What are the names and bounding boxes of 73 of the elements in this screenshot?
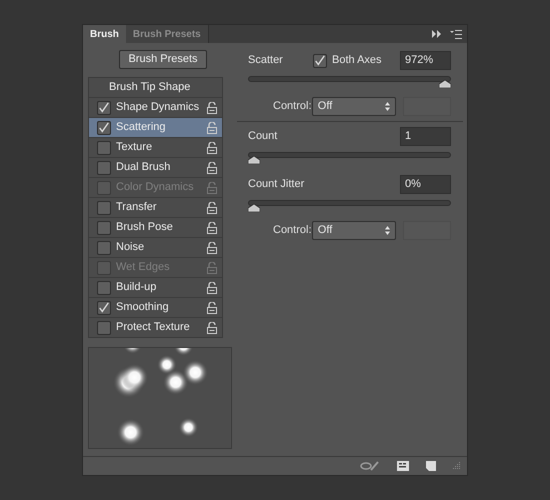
lock-icon[interactable] (207, 242, 217, 254)
option-label: Texture (116, 140, 154, 156)
checkbox[interactable] (97, 200, 111, 214)
lock-icon[interactable] (207, 102, 217, 114)
lock-icon[interactable] (207, 122, 217, 134)
checkbox[interactable] (97, 240, 111, 254)
both-axes-label: Both Axes (332, 53, 383, 68)
lock-icon[interactable] (207, 202, 217, 214)
grid-icon[interactable] (397, 461, 409, 471)
slider-track[interactable] (248, 76, 451, 89)
updown-icon (384, 102, 390, 111)
option-label: Transfer (116, 200, 158, 216)
slider-thumb[interactable] (248, 204, 260, 212)
option-label: Brush Pose (116, 220, 174, 236)
option-row[interactable]: Texture (89, 137, 222, 157)
control-label: Control: (273, 99, 312, 114)
option-row[interactable]: Shape Dynamics (89, 97, 222, 117)
slider-thumb[interactable] (248, 156, 260, 164)
value-field[interactable]: 0% (400, 175, 451, 194)
option-label: Shape Dynamics (116, 100, 200, 116)
option-row[interactable]: Build-up (89, 277, 222, 297)
lock-icon[interactable] (207, 222, 217, 234)
control-label: Control: (273, 223, 312, 238)
updown-icon (384, 226, 390, 235)
value-field[interactable]: 972% (400, 51, 451, 70)
lock-icon[interactable] (207, 162, 217, 174)
eye-brush-icon[interactable] (360, 461, 380, 471)
count-jitter-label: Count Jitter (248, 177, 304, 192)
lock-icon[interactable] (207, 142, 217, 154)
option-row[interactable]: Transfer (89, 197, 222, 217)
option-label: Dual Brush (116, 160, 172, 176)
checkbox[interactable] (97, 100, 111, 114)
option-label: Protect Texture (116, 320, 191, 336)
checkbox[interactable] (97, 220, 111, 234)
option-label: Noise (116, 240, 146, 256)
lock-icon[interactable] (207, 322, 217, 334)
option-label: Scattering (116, 120, 167, 136)
option-label: Build-up (116, 280, 158, 296)
slider-track[interactable] (248, 200, 451, 213)
brush-presets-button[interactable]: Brush Presets (119, 50, 207, 69)
checkbox[interactable] (97, 120, 111, 134)
option-row[interactable]: Noise (89, 237, 222, 257)
checkbox[interactable] (313, 54, 327, 68)
count-label: Count (248, 129, 278, 144)
option-label: Smoothing (116, 300, 170, 316)
scatter-label: Scatter (248, 53, 284, 68)
control-dropdown[interactable]: Off (312, 97, 396, 116)
checkbox[interactable] (97, 160, 111, 174)
option-row[interactable]: Protect Texture (89, 317, 222, 337)
option-row[interactable]: Dual Brush (89, 157, 222, 177)
checkmark-icon (98, 120, 110, 134)
lock-icon[interactable] (207, 282, 217, 294)
checkbox[interactable] (97, 140, 111, 154)
option-row[interactable]: Scattering (89, 117, 222, 137)
option-row[interactable]: Brush Pose (89, 217, 222, 237)
checkbox[interactable] (97, 320, 111, 334)
panel-tab[interactable]: Brush (83, 25, 126, 43)
control-dropdown[interactable]: Off (312, 221, 396, 240)
slider-track[interactable] (248, 152, 451, 165)
value-field[interactable]: 1 (400, 127, 451, 146)
checkmark-icon (98, 300, 110, 314)
list-header[interactable]: Brush Tip Shape (89, 78, 222, 97)
checkbox[interactable] (97, 280, 111, 294)
menu-icon[interactable] (450, 30, 462, 39)
new-page-icon[interactable] (426, 461, 436, 471)
collapse-icon[interactable] (432, 30, 442, 38)
option-row[interactable]: Smoothing (89, 297, 222, 317)
slider-thumb[interactable] (439, 80, 451, 88)
resize-grip-icon[interactable] (453, 462, 461, 470)
checkmark-icon (98, 100, 110, 114)
checkbox[interactable] (97, 300, 111, 314)
checkmark-icon (314, 54, 326, 68)
lock-icon[interactable] (207, 302, 217, 314)
